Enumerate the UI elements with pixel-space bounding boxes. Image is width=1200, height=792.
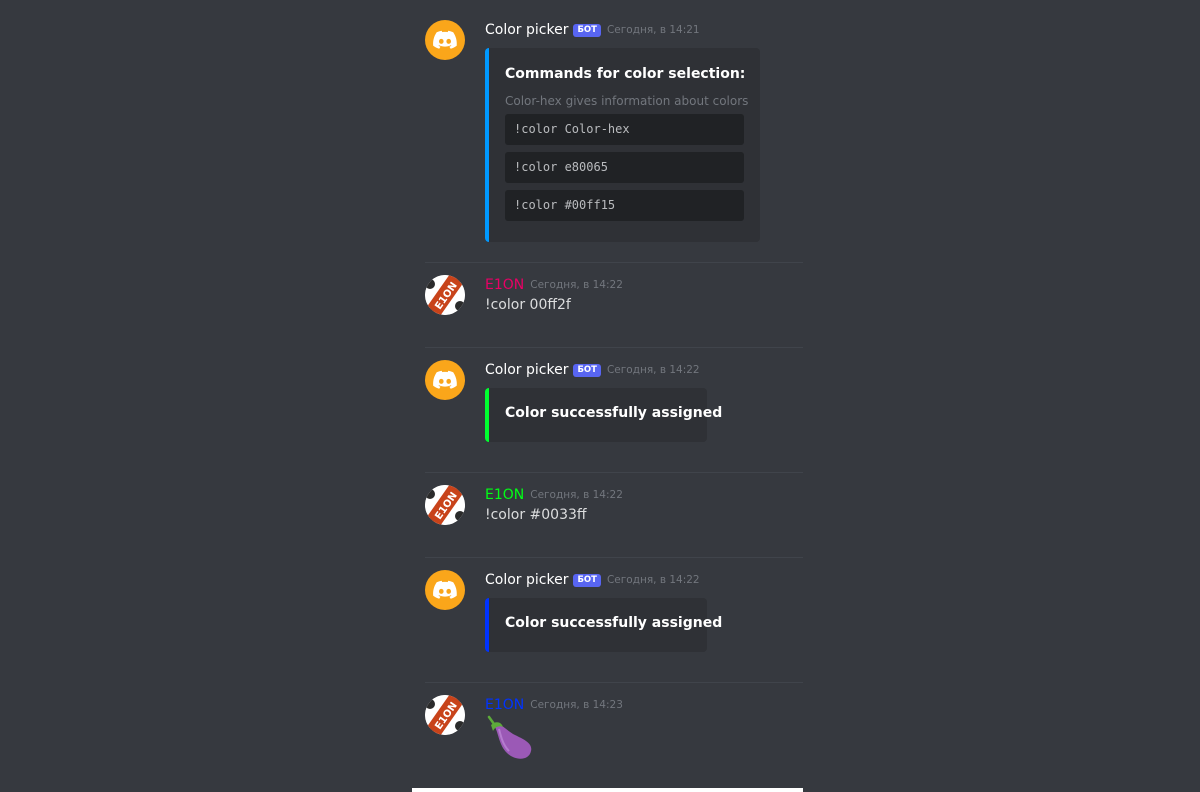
- message-header: E1ON Сегодня, в 14:23: [485, 695, 623, 715]
- author-name[interactable]: Color picker: [485, 362, 568, 378]
- timestamp[interactable]: Сегодня, в 14:22: [530, 279, 623, 291]
- message-header: E1ON Сегодня, в 14:22: [485, 485, 623, 505]
- message-header: Color picker БОТ Сегодня, в 14:22: [485, 570, 700, 590]
- author-name[interactable]: E1ON: [485, 697, 524, 713]
- code-block: !color Color-hex: [505, 114, 744, 145]
- discord-logo-icon[interactable]: [425, 20, 465, 60]
- timestamp[interactable]: Сегодня, в 14:22: [607, 364, 700, 376]
- message-item: Color picker БОТ Сегодня, в 14:22 Color …: [425, 348, 803, 473]
- author-name[interactable]: Color picker: [485, 22, 568, 38]
- embed-card: Color successfully assigned: [485, 598, 723, 652]
- message-item: E1ON E1ON Сегодня, в 14:23: [425, 683, 803, 768]
- message-text: !color 00ff2f: [485, 297, 571, 313]
- eggplant-emoji-icon[interactable]: [485, 715, 535, 765]
- message-header: E1ON Сегодня, в 14:22: [485, 275, 623, 295]
- e1on-avatar-icon[interactable]: E1ON: [425, 485, 465, 525]
- embed-description: Color-hex gives information about colors: [505, 94, 749, 108]
- bot-badge: БОТ: [573, 573, 601, 587]
- message-item: E1ON E1ON Сегодня, в 14:22 !color 00ff2f: [425, 263, 803, 348]
- e1on-avatar-icon[interactable]: E1ON: [425, 695, 465, 735]
- e1on-avatar-icon[interactable]: E1ON: [425, 275, 465, 315]
- timestamp[interactable]: Сегодня, в 14:21: [607, 24, 700, 36]
- author-name[interactable]: Color picker: [485, 572, 568, 588]
- bottom-edge: [412, 788, 803, 792]
- code-block: !color #00ff15: [505, 190, 744, 221]
- message-item: Color picker БОТ Сегодня, в 14:22 Color …: [425, 558, 803, 683]
- bot-badge: БОТ: [573, 23, 601, 37]
- message-header: Color picker БОТ Сегодня, в 14:21: [485, 20, 700, 40]
- message-text: !color #0033ff: [485, 507, 587, 523]
- author-name[interactable]: E1ON: [485, 487, 524, 503]
- timestamp[interactable]: Сегодня, в 14:22: [530, 489, 623, 501]
- bot-badge: БОТ: [573, 363, 601, 377]
- embed-title: Color successfully assigned: [505, 615, 723, 631]
- message-list: Color picker БОТ Сегодня, в 14:21 Comman…: [425, 8, 803, 768]
- message-header: Color picker БОТ Сегодня, в 14:22: [485, 360, 700, 380]
- message-item: Color picker БОТ Сегодня, в 14:21 Comman…: [425, 8, 803, 263]
- discord-logo-icon[interactable]: [425, 570, 465, 610]
- timestamp[interactable]: Сегодня, в 14:23: [530, 699, 623, 711]
- embed-card: Color successfully assigned: [485, 388, 723, 442]
- discord-logo-icon[interactable]: [425, 360, 465, 400]
- embed-title: Commands for color selection:: [505, 66, 746, 82]
- author-name[interactable]: E1ON: [485, 277, 524, 293]
- embed-title: Color successfully assigned: [505, 405, 723, 421]
- embed-card: Commands for color selection: Color-hex …: [485, 48, 760, 242]
- timestamp[interactable]: Сегодня, в 14:22: [607, 574, 700, 586]
- message-item: E1ON E1ON Сегодня, в 14:22 !color #0033f…: [425, 473, 803, 558]
- code-block: !color e80065: [505, 152, 744, 183]
